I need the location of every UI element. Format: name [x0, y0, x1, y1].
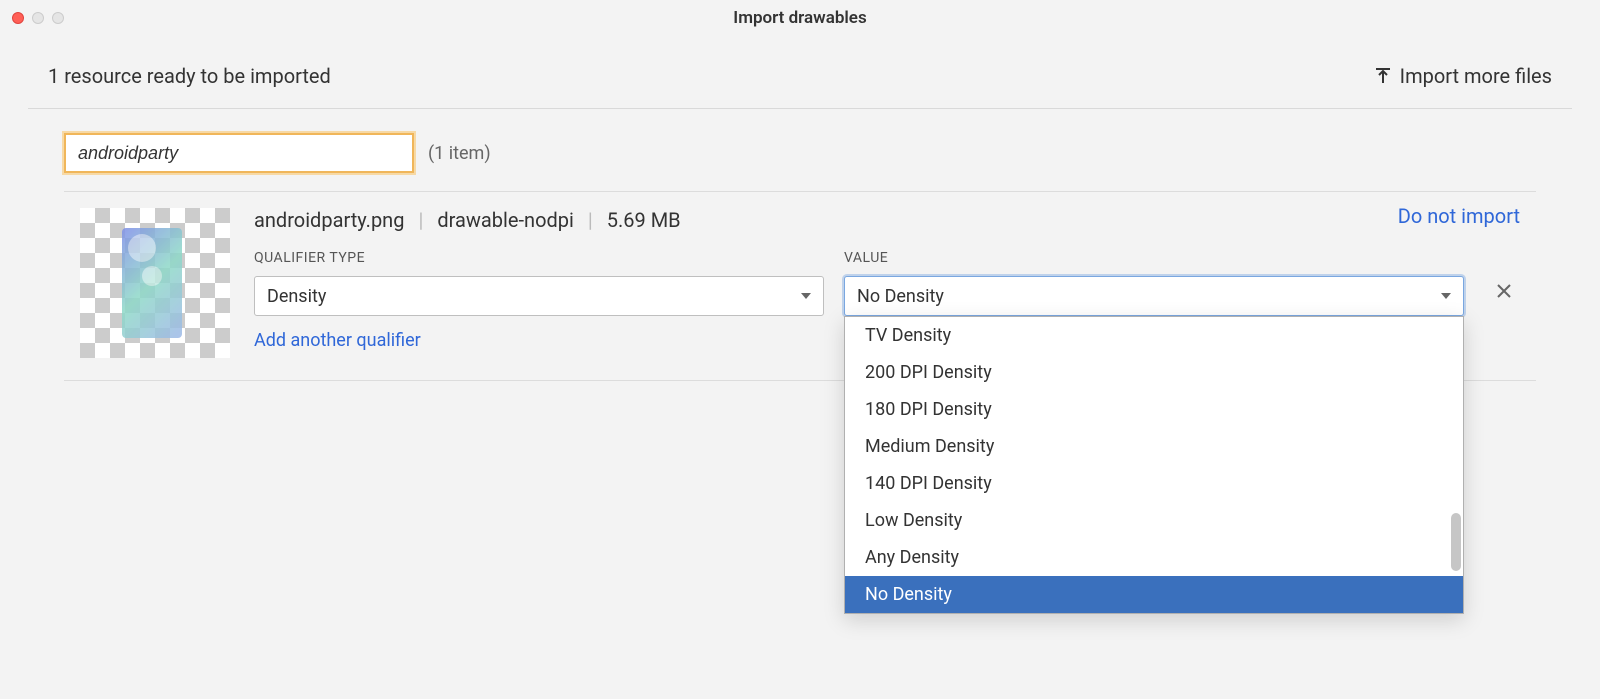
qualifier-type-value: Density	[267, 286, 326, 307]
dropdown-option[interactable]: 180 DPI Density	[845, 391, 1463, 428]
remove-qualifier-column	[1484, 280, 1524, 305]
import-more-label: Import more files	[1400, 64, 1552, 88]
qualifier-type-label: QUALIFIER TYPE	[254, 250, 824, 266]
window-minimize-button[interactable]	[32, 12, 44, 24]
group-row: (1 item)	[0, 109, 1600, 191]
window-close-button[interactable]	[12, 12, 24, 24]
meta-separator: |	[418, 208, 423, 232]
dropdown-option[interactable]: No Density	[845, 576, 1463, 613]
file-size: 5.69 MB	[607, 208, 681, 232]
qualifier-value-dropdown[interactable]: No Density	[844, 276, 1464, 316]
chevron-down-icon	[801, 293, 811, 299]
thumbnail	[80, 208, 230, 358]
resource-name-input[interactable]	[64, 133, 414, 173]
dropdown-option[interactable]: Low Density	[845, 502, 1463, 539]
close-icon	[1496, 283, 1512, 299]
file-name: androidparty.png	[254, 208, 404, 232]
qualifier-type-column: QUALIFIER TYPE Density Add another quali…	[254, 250, 824, 351]
dropdown-option[interactable]: TV Density	[845, 317, 1463, 354]
item-count-label: (1 item)	[428, 143, 491, 164]
dropdown-option-list: TV Density200 DPI Density180 DPI Density…	[845, 317, 1463, 613]
do-not-import-link[interactable]: Do not import	[1398, 204, 1520, 228]
resource-item-row: androidparty.png | drawable-nodpi | 5.69…	[0, 192, 1600, 358]
file-folder: drawable-nodpi	[437, 208, 574, 232]
import-arrow-icon	[1374, 67, 1392, 85]
remove-qualifier-button[interactable]	[1496, 280, 1512, 305]
status-text: 1 resource ready to be imported	[48, 64, 331, 88]
meta-separator: |	[588, 208, 593, 232]
thumbnail-image	[122, 228, 182, 338]
qualifier-value-column: VALUE No Density TV Density200 DPI Densi…	[844, 250, 1464, 316]
scrollbar-thumb[interactable]	[1451, 513, 1461, 571]
dropdown-option[interactable]: Medium Density	[845, 428, 1463, 465]
titlebar: Import drawables	[0, 0, 1600, 36]
qualifier-columns: QUALIFIER TYPE Density Add another quali…	[254, 250, 1536, 351]
qualifier-value-text: No Density	[857, 286, 944, 307]
window-title: Import drawables	[733, 8, 866, 28]
value-dropdown-popup: TV Density200 DPI Density180 DPI Density…	[844, 316, 1464, 614]
qualifier-type-dropdown[interactable]: Density	[254, 276, 824, 316]
header-row: 1 resource ready to be imported Import m…	[0, 36, 1600, 108]
add-qualifier-link[interactable]: Add another qualifier	[254, 330, 824, 351]
dropdown-option[interactable]: 200 DPI Density	[845, 354, 1463, 391]
qualifier-value-label: VALUE	[844, 250, 1464, 266]
chevron-down-icon	[1441, 293, 1451, 299]
dropdown-option[interactable]: Any Density	[845, 539, 1463, 576]
dropdown-option[interactable]: 140 DPI Density	[845, 465, 1463, 502]
window-controls	[12, 12, 64, 24]
window-maximize-button[interactable]	[52, 12, 64, 24]
file-meta: androidparty.png | drawable-nodpi | 5.69…	[254, 208, 1536, 232]
resource-details: androidparty.png | drawable-nodpi | 5.69…	[254, 208, 1536, 351]
import-more-button[interactable]: Import more files	[1374, 64, 1552, 88]
